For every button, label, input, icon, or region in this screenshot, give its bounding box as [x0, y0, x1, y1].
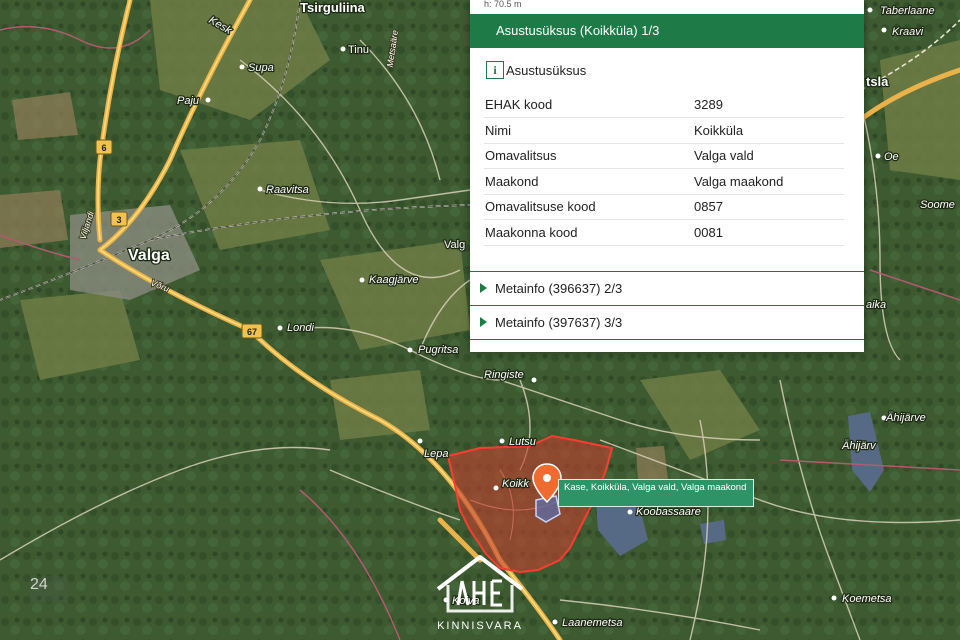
svg-text:Paju: Paju [177, 95, 199, 107]
address-popup[interactable]: Kase, Koikküla, Valga vald, Valga maakon… [558, 479, 754, 507]
place-ahijarve: Ähijärve [881, 411, 927, 425]
place-tsirguliina: Tsirguliina [299, 0, 367, 16]
attr-value: 0081 [689, 219, 844, 246]
place-tsla: tsla [865, 73, 891, 91]
svg-text:Kraavi: Kraavi [892, 26, 924, 38]
svg-text:Tsirguliina: Tsirguliina [300, 0, 366, 15]
attr-key: Maakonna kood [484, 219, 689, 246]
attr-key: Maakond [484, 168, 689, 195]
svg-text:Pugritsa: Pugritsa [418, 344, 458, 356]
svg-text:Soome: Soome [920, 199, 955, 211]
section-title: Asustusüksus [506, 62, 587, 78]
road-shield-3: 3 [110, 211, 128, 227]
table-row: Omavalitsuse kood 0857 [484, 194, 844, 220]
svg-text:Ähijärve: Ähijärve [885, 412, 926, 424]
road-shield-6: 6 [95, 139, 113, 155]
info-panel: h: 70.5 m Asustusüksus (Koikküla) 1/3 i … [470, 0, 864, 352]
attr-key: Omavalitsus [484, 143, 689, 169]
place-raavitsa: Raavitsa [257, 183, 310, 197]
section-title-row: i Asustusüksus [470, 48, 864, 92]
table-row: Omavalitsus Valga vald [484, 143, 844, 169]
place-valga: Valga [127, 246, 172, 266]
section-divider [470, 258, 864, 272]
svg-text:Laanemetsa: Laanemetsa [562, 617, 623, 629]
attr-value: Koikküla [689, 117, 844, 144]
svg-text:Koemetsa: Koemetsa [842, 593, 892, 605]
accordion-metainfo-3[interactable]: Metainfo (397637) 3/3 [470, 306, 864, 340]
svg-text:tsla: tsla [866, 74, 889, 89]
panel-header[interactable]: Asustusüksus (Koikküla) 1/3 [470, 14, 864, 48]
svg-text:Londi: Londi [287, 322, 314, 334]
svg-text:Ähijärv: Ähijärv [841, 440, 877, 452]
svg-text:3: 3 [116, 215, 121, 225]
svg-text:Tinu: Tinu [348, 44, 369, 56]
table-row: Maakonna kood 0081 [484, 219, 844, 246]
attr-key: Omavalitsuse kood [484, 194, 689, 220]
accordion-label: Metainfo (396637) 2/3 [495, 280, 623, 296]
accordion-metainfo-2[interactable]: Metainfo (396637) 2/3 [470, 272, 864, 306]
svg-text:Valg: Valg [444, 239, 465, 251]
attribute-table: EHAK kood 3289 Nimi Koikküla Omavalitsus Va… [484, 92, 844, 246]
svg-text:Koobassaare: Koobassaare [636, 506, 701, 518]
svg-text:Lutsu: Lutsu [509, 436, 536, 448]
svg-text:Ringiste: Ringiste [484, 369, 524, 381]
table-row: EHAK kood 3289 [484, 92, 844, 118]
place-aika: aika [865, 298, 888, 313]
svg-text:67: 67 [247, 327, 257, 337]
map-badge: 24 [30, 576, 68, 602]
accordion-label: Metainfo (397637) 3/3 [495, 314, 623, 330]
svg-text:Koikk: Koikk [502, 478, 529, 490]
place-koobassaare: Koobassaare [627, 505, 702, 519]
expand-triangle-icon [480, 317, 487, 327]
attr-value: 0857 [689, 194, 844, 220]
table-row: Nimi Koikküla [484, 117, 844, 144]
place-kaagjarve: Kaagjärve [359, 273, 420, 287]
attr-value: Valga maakond [689, 168, 844, 195]
svg-text:Supa: Supa [248, 62, 274, 74]
place-valg-partial: Valg [443, 238, 467, 253]
svg-text:Lepa: Lepa [424, 448, 448, 460]
attr-key: Nimi [484, 117, 689, 144]
road-shield-67: 67 [241, 323, 263, 339]
place-ahijarv: Ähijärv [840, 439, 879, 454]
attr-value: Valga vald [689, 143, 844, 169]
lahe-kinnisvara-logo: KINNISVARA [436, 555, 524, 632]
svg-text:aika: aika [866, 299, 886, 311]
svg-text:Kaagjärve: Kaagjärve [369, 274, 419, 286]
place-laanemetsa: Laanemetsa [552, 616, 624, 630]
svg-text:Raavitsa: Raavitsa [266, 184, 309, 196]
panel-top-text: h: 70.5 m [484, 0, 522, 9]
svg-text:Taberlaane: Taberlaane [880, 5, 935, 17]
svg-text:Oe: Oe [884, 151, 899, 163]
info-icon: i [486, 61, 504, 79]
logo-text: KINNISVARA [437, 620, 523, 632]
svg-text:6: 6 [101, 143, 106, 153]
place-soome: Soome [919, 198, 956, 213]
attr-value: 3289 [689, 92, 844, 118]
attr-key: EHAK kood [484, 92, 689, 118]
expand-triangle-icon [480, 283, 487, 293]
table-row: Maakond Valga maakond [484, 168, 844, 195]
svg-text:Valga: Valga [128, 247, 170, 264]
